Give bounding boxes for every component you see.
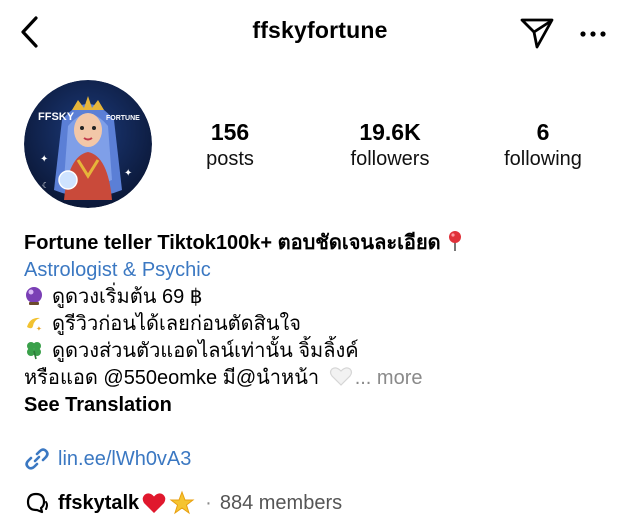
avatar-text-left: FFSKY [38,111,75,123]
more-options-button[interactable] [574,18,612,48]
bio-line-1-text: ดูดวงเริ่มต้น 69 ฿ [52,286,203,308]
avatar-illustration: ✦ ✦ ☾ FFSKY FORTUNE [24,80,152,208]
followers-label: followers [350,148,430,170]
round-pushpin-icon [449,231,462,251]
posts-stat[interactable]: 156 posts [180,118,280,172]
followers-stat[interactable]: 19.6K followers [325,118,455,172]
bio-line-3-text: ดูดวงส่วนตัวแอดไลน์เท่านั้น จิ้มลิ้งค์ [52,340,359,362]
profile-avatar[interactable]: ✦ ✦ ☾ FFSKY FORTUNE [24,80,152,208]
following-label: following [504,148,582,170]
bio-name-line: Fortune teller Tiktok100k+ ตอบชัดเจนละเอ… [24,230,624,257]
see-translation-button[interactable]: See Translation [24,392,624,419]
bio-line-4: หรือแอด @550eomke มี@นำหน้า ... more [24,365,624,392]
following-count: 6 [536,119,550,145]
bio-more-link[interactable]: ... more [355,367,423,389]
channel-members-count: 884 members [219,491,343,514]
bio-name: Fortune teller Tiktok100k+ ตอบชัดเจนละเอ… [24,232,441,254]
broadcast-channel-icon [26,492,48,514]
svg-text:☾: ☾ [42,181,49,190]
dizzy-icon: ✦ [27,317,42,333]
profile-link[interactable]: lin.ee/lWh0vA3 [24,445,191,473]
profile-link-text[interactable]: lin.ee/lWh0vA3 [58,448,191,471]
channel-name[interactable]: ffskytalk [58,492,139,515]
bio-line-2-text: ดูรีวิวก่อนได้เลยก่อนตัดสินใจ [52,313,301,335]
more-horizontal-icon [580,31,606,37]
glowing-star-icon [169,490,195,515]
four-leaf-clover-icon [27,342,41,360]
bio-line-2: ✦ ดูรีวิวก่อนได้เลยก่อนตัดสินใจ [24,311,624,338]
paper-plane-icon [520,18,554,49]
following-stat[interactable]: 6 following [488,118,598,172]
posts-count: 156 [210,119,250,145]
svg-text:✦: ✦ [40,154,48,165]
white-heart-icon [329,367,352,386]
broadcast-channel-row[interactable]: ffskytalk · 884 members [24,488,342,518]
send-message-button[interactable] [518,14,556,52]
bio-line-4-text: หรือแอด @550eomke มี@นำหน้า [24,367,320,389]
red-heart-icon [142,493,166,513]
bio-category[interactable]: Astrologist & Psychic [24,257,624,284]
separator-dot: · [205,491,212,514]
link-icon [25,448,49,470]
svg-text:✦: ✦ [124,168,132,179]
crystal-ball-icon [26,287,42,305]
top-bar: ffskyfortune [0,0,640,68]
svg-text:✦: ✦ [36,325,42,333]
avatar-text-right: FORTUNE [106,115,140,122]
bio-line-3: ดูดวงส่วนตัวแอดไลน์เท่านั้น จิ้มลิ้งค์ [24,338,624,365]
bio-line-1: ดูดวงเริ่มต้น 69 ฿ [24,284,624,311]
posts-label: posts [206,148,254,170]
profile-bio: Fortune teller Tiktok100k+ ตอบชัดเจนละเอ… [24,230,624,419]
followers-count: 19.6K [359,119,421,145]
